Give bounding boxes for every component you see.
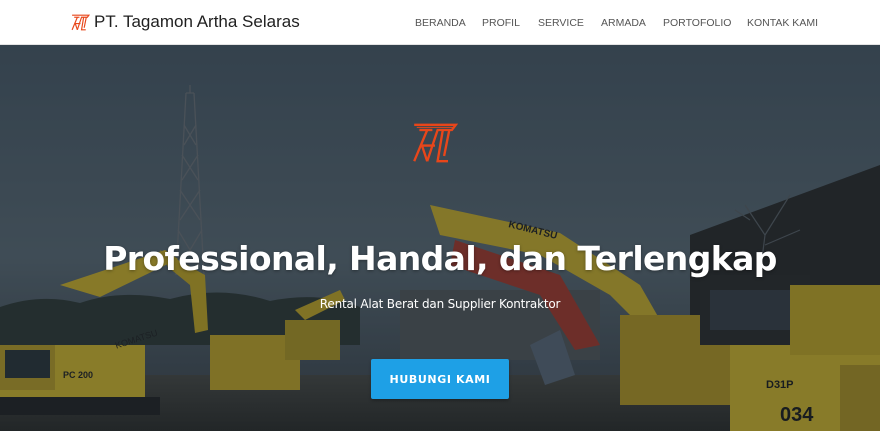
hero-title: Professional, Handal, dan Terlengkap	[103, 239, 777, 278]
nav-item-kontak-kami[interactable]: KONTAK KAMI	[747, 16, 818, 30]
nav-item-portofolio[interactable]: PORTOFOLIO	[663, 16, 731, 30]
nav-item-service[interactable]: SERVICE	[538, 16, 584, 30]
nav-item-profil[interactable]: PROFIL	[482, 16, 520, 30]
at-monogram-icon	[413, 123, 459, 163]
top-navbar: PT. Tagamon Artha Selaras BERANDA PROFIL…	[0, 0, 880, 45]
hubungi-kami-button[interactable]: HUBUNGI KAMI	[371, 359, 509, 399]
nav-item-armada[interactable]: ARMADA	[601, 16, 646, 30]
main-nav: BERANDA PROFIL SERVICE ARMADA PORTOFOLIO…	[0, 16, 880, 30]
hero-subtitle: Rental Alat Berat dan Supplier Kontrakto…	[319, 297, 561, 311]
hero-section: KOMATSU PC 200 KOMATSU D31P 034 Professi…	[0, 45, 880, 431]
nav-item-beranda[interactable]: BERANDA	[415, 16, 466, 30]
